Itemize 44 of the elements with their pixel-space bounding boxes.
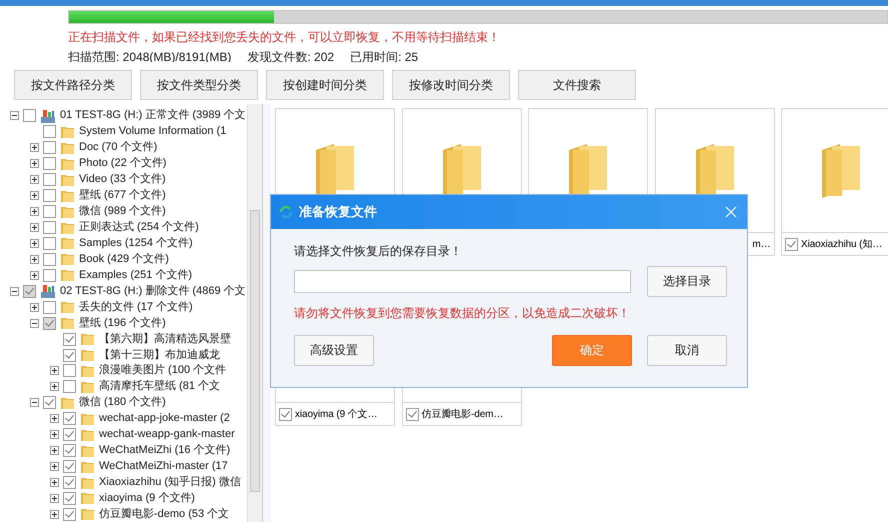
file-name: m… [752, 238, 770, 250]
tree-item[interactable]: 正则表达式 (254 个文件) [79, 221, 199, 234]
browse-button[interactable]: 选择目录 [647, 266, 727, 297]
tree-item[interactable]: Samples (1254 个文件) [79, 236, 193, 250]
tree-item[interactable]: Doc (70 个文件) [79, 141, 158, 154]
tree-item[interactable]: Video (33 个文件) [79, 173, 166, 186]
tab[interactable]: 按创建时间分类 [266, 70, 384, 100]
prompt-text: 请选择文件恢复后的保存目录！ [294, 243, 463, 260]
tab[interactable]: 按文件类型分类 [140, 70, 258, 100]
tab[interactable]: 按文件路径分类 [14, 70, 132, 100]
tree-item[interactable]: WeChatMeiZhi-master (17 [99, 460, 228, 474]
file-name: xiaoyima (9 个文… [295, 408, 378, 421]
tree-item[interactable]: 【第六期】高清精选风景壁 [99, 332, 231, 346]
tree-item[interactable]: wechat-app-joke-master (2 [99, 412, 230, 426]
dialog-title: 准备恢复文件 [299, 203, 377, 221]
tab[interactable]: 按修改时间分类 [392, 70, 510, 100]
file-name: 仿豆瓣电影-dem… [422, 408, 504, 421]
tree-item[interactable]: 【第十三期】布加迪威龙 [99, 348, 220, 362]
tree-item[interactable]: wechat-weapp-gank-master [99, 428, 235, 442]
tree-item[interactable]: Examples (251 个文件) [79, 268, 192, 282]
tab[interactable]: 文件搜索 [518, 70, 636, 100]
file-name: Xiaoxiazhihu (知… [801, 238, 882, 251]
tree-item[interactable]: Photo (22 个文件) [79, 157, 166, 170]
tree-item[interactable]: 壁纸 (677 个文件) [79, 189, 166, 202]
tree-item[interactable]: WeChatMeiZhi (16 个文件) [99, 444, 230, 458]
tree-item[interactable]: 丢失的文件 (17 个文件) [79, 300, 193, 314]
tree-item[interactable]: 仿豆瓣电影-demo (53 个文 [99, 508, 230, 521]
scan-message: 正在扫描文件，如果已经找到您丢失的文件，可以立即恢复，不用等待扫描结束！ [68, 29, 501, 46]
file-tile[interactable]: Xiaoxiazhihu (知… [781, 108, 888, 256]
tree-item[interactable]: 01 TEST-8G (H:) 正常文件 (3989 个文 [60, 109, 246, 122]
advanced-settings-button[interactable]: 高级设置 [294, 335, 374, 366]
cancel-button[interactable]: 取消 [647, 335, 727, 366]
tree-item[interactable]: 02 TEST-8G (H:) 删除文件 (4869 个文 [60, 284, 246, 298]
warning-text: 请勿将文件恢复到您需要恢复数据的分区，以免造成二次破坏！ [294, 305, 631, 322]
tree-item[interactable]: Book (429 个文件) [79, 252, 169, 266]
tree-item[interactable]: 微信 (180 个文件) [79, 396, 166, 410]
tree-item[interactable]: 浪漫唯美图片 (100 个文件 [99, 364, 226, 378]
tree-item[interactable]: 壁纸 (196 个文件) [79, 316, 166, 330]
tree-item[interactable]: xiaoyima (9 个文件) [99, 492, 195, 505]
found-count: 发现文件数: 202 [247, 49, 334, 66]
tree-item[interactable]: 微信 (989 个文件) [79, 205, 166, 218]
tree-item[interactable]: 高清摩托车壁纸 (81 个文 [99, 380, 220, 394]
tree-item[interactable]: System Volume Information (1 [79, 125, 226, 138]
tree-item[interactable]: Xiaoxiazhihu (知乎日报) 微信 [99, 476, 241, 490]
